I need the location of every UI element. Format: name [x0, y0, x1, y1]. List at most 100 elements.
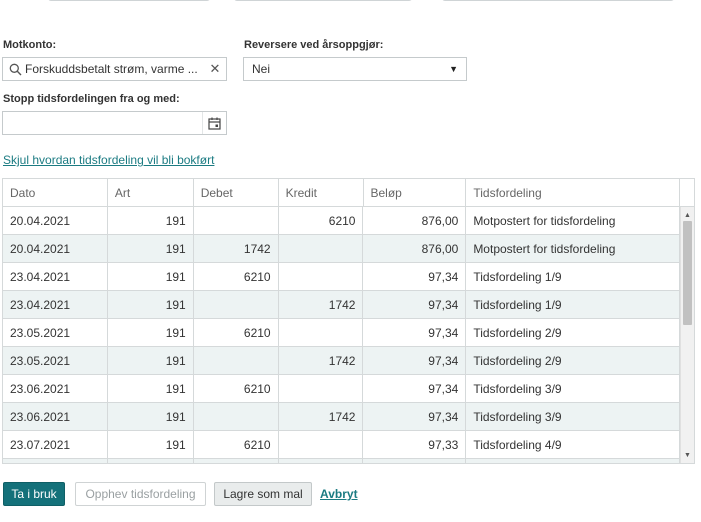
cell-art: 191 [108, 207, 194, 234]
cell-debet [194, 207, 279, 234]
scroll-down-icon[interactable]: ▼ [681, 449, 694, 461]
cell-art: 191 [108, 235, 194, 262]
cell-art: 191 [108, 263, 194, 290]
column-header-dato[interactable]: Dato [3, 179, 108, 206]
previous-field-stub-3 [442, 0, 674, 1]
table-row[interactable]: 23.06.2021 191 1742 97,34 Tidsfordeling … [3, 403, 680, 431]
chevron-down-icon: ▼ [449, 64, 458, 74]
cell-dato: 23.06.2021 [3, 375, 108, 402]
calendar-icon[interactable] [202, 112, 226, 134]
column-header-art[interactable]: Art [108, 179, 194, 206]
column-header-belop[interactable]: Beløp [364, 179, 467, 206]
cell-belop: 97,34 [363, 403, 467, 430]
cell-kredit [279, 459, 364, 463]
cell-art: 191 [108, 319, 194, 346]
cell-art [108, 459, 194, 463]
cell-kredit [279, 375, 364, 402]
grid-body: 20.04.2021 191 6210 876,00 Motpostert fo… [3, 207, 680, 463]
cell-debet: 6210 [194, 431, 279, 458]
cell-debet: 1742 [194, 235, 279, 262]
column-header-debet[interactable]: Debet [194, 179, 279, 206]
cell-tidsfordeling: Tidsfordeling 1/9 [466, 263, 680, 290]
table-row[interactable]: 23.07.2021 191 6210 97,33 Tidsfordeling … [3, 431, 680, 459]
cell-tidsfordeling: Tidsfordeling 2/9 [466, 347, 680, 374]
cell-art: 191 [108, 403, 194, 430]
table-row[interactable]: 20.04.2021 191 6210 876,00 Motpostert fo… [3, 207, 680, 235]
close-icon[interactable]: ✕ [208, 61, 222, 77]
cell-art: 191 [108, 291, 194, 318]
apply-button[interactable]: Ta i bruk [3, 482, 65, 506]
cell-dato [3, 459, 108, 463]
reversere-label: Reversere ved årsoppgjør: [244, 39, 384, 51]
scrollbar-thumb[interactable] [683, 221, 692, 325]
motkonto-value: Forskuddsbetalt strøm, varme ... [25, 62, 198, 76]
scroll-up-icon[interactable]: ▲ [681, 209, 694, 221]
grid-scrollbar[interactable]: ▲ ▼ [680, 207, 694, 463]
search-icon [7, 61, 23, 77]
cell-belop: 97,34 [363, 263, 467, 290]
cell-belop: 97,34 [363, 319, 467, 346]
cell-kredit: 6210 [279, 207, 364, 234]
cell-kredit [279, 431, 364, 458]
hide-distribution-link[interactable]: Skjul hvordan tidsfordeling vil bli bokf… [3, 153, 214, 167]
table-row[interactable]: 23.05.2021 191 1742 97,34 Tidsfordeling … [3, 347, 680, 375]
column-header-tidsfordeling[interactable]: Tidsfordeling [466, 179, 681, 206]
stopp-label: Stopp tidsfordelingen fra og med: [3, 93, 180, 105]
motkonto-search-input[interactable]: Forskuddsbetalt strøm, varme ... ✕ [2, 57, 227, 81]
save-template-button[interactable]: Lagre som mal [214, 482, 312, 506]
stopp-date-input[interactable] [2, 111, 227, 135]
table-row[interactable]: 23.06.2021 191 6210 97,34 Tidsfordeling … [3, 375, 680, 403]
cell-art: 191 [108, 431, 194, 458]
cell-dato: 23.04.2021 [3, 291, 108, 318]
cell-dato: 20.04.2021 [3, 207, 108, 234]
revoke-distribution-button[interactable]: Opphev tidsfordeling [75, 482, 206, 506]
cell-belop: 97,34 [363, 347, 467, 374]
table-row[interactable]: 20.04.2021 191 1742 876,00 Motpostert fo… [3, 235, 680, 263]
cell-debet [194, 347, 279, 374]
cell-dato: 23.05.2021 [3, 347, 108, 374]
cell-debet [194, 403, 279, 430]
table-row[interactable] [3, 459, 680, 463]
table-row[interactable]: 23.04.2021 191 1742 97,34 Tidsfordeling … [3, 291, 680, 319]
previous-field-stub-1 [48, 0, 210, 1]
cell-belop: 876,00 [363, 235, 467, 262]
cell-belop [363, 459, 467, 463]
cell-kredit [279, 235, 364, 262]
cell-art: 191 [108, 347, 194, 374]
reversere-value: Nei [252, 62, 271, 76]
reversere-select[interactable]: Nei ▼ [243, 57, 467, 81]
cell-tidsfordeling: Tidsfordeling 3/9 [466, 403, 680, 430]
distribution-grid: Dato Art Debet Kredit Beløp Tidsfordelin… [2, 178, 695, 464]
cell-debet [194, 459, 279, 463]
previous-field-stub-2 [234, 0, 412, 1]
table-row[interactable]: 23.04.2021 191 6210 97,34 Tidsfordeling … [3, 263, 680, 291]
cell-debet: 6210 [194, 375, 279, 402]
motkonto-label: Motkonto: [3, 39, 57, 51]
cell-dato: 23.06.2021 [3, 403, 108, 430]
cell-dato: 20.04.2021 [3, 235, 108, 262]
grid-header: Dato Art Debet Kredit Beløp Tidsfordelin… [3, 179, 694, 207]
cell-tidsfordeling: Tidsfordeling 1/9 [466, 291, 680, 318]
column-header-kredit[interactable]: Kredit [279, 179, 364, 206]
cell-kredit: 1742 [279, 291, 364, 318]
cell-belop: 876,00 [363, 207, 467, 234]
cell-dato: 23.07.2021 [3, 431, 108, 458]
cell-debet [194, 291, 279, 318]
cell-tidsfordeling [466, 459, 680, 463]
cell-art: 191 [108, 375, 194, 402]
table-row[interactable]: 23.05.2021 191 6210 97,34 Tidsfordeling … [3, 319, 680, 347]
cell-tidsfordeling: Tidsfordeling 2/9 [466, 319, 680, 346]
cell-belop: 97,34 [363, 291, 467, 318]
cell-dato: 23.05.2021 [3, 319, 108, 346]
cell-dato: 23.04.2021 [3, 263, 108, 290]
cell-kredit [279, 319, 364, 346]
cell-debet: 6210 [194, 319, 279, 346]
cell-tidsfordeling: Motpostert for tidsfordeling [466, 235, 680, 262]
cell-tidsfordeling: Tidsfordeling 4/9 [466, 431, 680, 458]
cell-kredit: 1742 [279, 347, 364, 374]
cell-tidsfordeling: Motpostert for tidsfordeling [466, 207, 680, 234]
cell-debet: 6210 [194, 263, 279, 290]
cancel-link[interactable]: Avbryt [318, 482, 360, 506]
cell-belop: 97,34 [363, 375, 467, 402]
cell-tidsfordeling: Tidsfordeling 3/9 [466, 375, 680, 402]
